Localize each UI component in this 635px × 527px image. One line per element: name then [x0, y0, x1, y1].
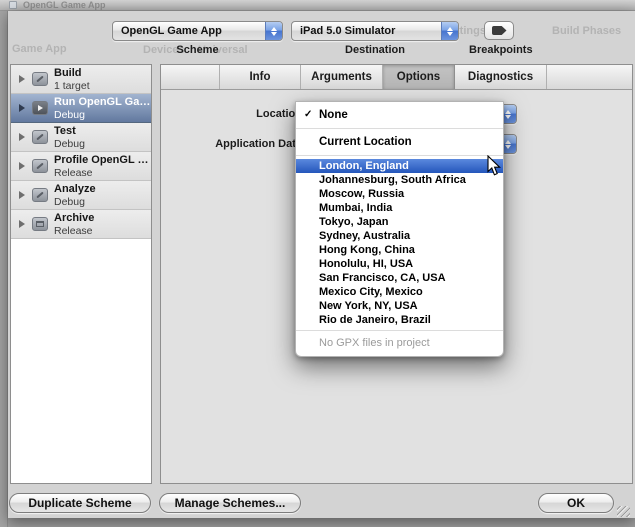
scheme-popup[interactable]: OpenGL Game App	[112, 21, 283, 41]
breakpoints-button[interactable]	[484, 21, 514, 40]
window-document-icon	[9, 1, 17, 9]
build-icon	[32, 72, 48, 86]
location-menu: ✓ None Current Location London, England …	[295, 101, 504, 357]
scheme-actions-list: Build 1 target Run OpenGL Gam... Debug T…	[10, 64, 152, 484]
duplicate-scheme-button[interactable]: Duplicate Scheme	[9, 493, 151, 513]
resize-grip[interactable]	[617, 506, 630, 517]
manage-schemes-button[interactable]: Manage Schemes...	[159, 493, 301, 513]
menu-item-mumbai[interactable]: Mumbai, India	[296, 201, 503, 215]
menu-item-mexico-city[interactable]: Mexico City, Mexico	[296, 285, 503, 299]
sidebar-item-archive[interactable]: Archive Release	[11, 210, 151, 239]
sidebar-item-profile[interactable]: Profile OpenGL Ga... Release	[11, 152, 151, 181]
profile-icon	[32, 159, 48, 173]
tab-options[interactable]: Options	[383, 65, 455, 89]
menu-separator	[296, 128, 503, 129]
sidebar-item-test[interactable]: Test Debug	[11, 123, 151, 152]
menu-item-rio[interactable]: Rio de Janeiro, Brazil	[296, 313, 503, 327]
checkmark-icon: ✓	[304, 105, 312, 125]
sidebar-item-subtitle: Release	[54, 225, 94, 237]
tab-bar: Info Arguments Options Diagnostics	[161, 65, 632, 90]
run-icon	[32, 101, 48, 115]
destination-popup[interactable]: iPad 5.0 Simulator	[291, 21, 459, 41]
window-title: OpenGL Game App	[23, 0, 106, 11]
sidebar-item-subtitle: Debug	[54, 109, 151, 121]
menu-item-none[interactable]: ✓ None	[296, 105, 503, 125]
sidebar-item-run[interactable]: Run OpenGL Gam... Debug	[11, 94, 151, 123]
test-icon	[32, 130, 48, 144]
menu-separator	[296, 330, 503, 331]
location-label: Location	[161, 108, 302, 120]
menu-footer-no-gpx: No GPX files in project	[296, 334, 503, 352]
dimmed-window-titlebar: OpenGL Game App	[0, 0, 635, 11]
disclosure-triangle-icon[interactable]	[19, 75, 25, 83]
sidebar-item-subtitle: Debug	[54, 196, 96, 208]
tab-diagnostics[interactable]: Diagnostics	[455, 65, 547, 89]
faded-build-phases-label: Build Phases	[552, 25, 621, 37]
disclosure-triangle-icon[interactable]	[19, 104, 25, 112]
breakpoint-arrow-icon	[492, 26, 507, 35]
application-data-label: Application Data	[161, 138, 302, 150]
faded-game-app-label: Game App	[12, 43, 67, 55]
menu-item-london[interactable]: London, England	[296, 159, 503, 173]
tab-arguments[interactable]: Arguments	[301, 65, 383, 89]
menu-item-honolulu[interactable]: Honolulu, HI, USA	[296, 257, 503, 271]
disclosure-triangle-icon[interactable]	[19, 162, 25, 170]
scheme-label: Scheme	[112, 44, 283, 56]
disclosure-triangle-icon[interactable]	[19, 191, 25, 199]
scheme-editor-sheet: Game App Devices Universal Build Setting…	[8, 11, 635, 518]
dimmed-window-left-edge	[0, 11, 8, 527]
sidebar-item-title: Build	[54, 67, 90, 80]
sidebar-item-analyze[interactable]: Analyze Debug	[11, 181, 151, 210]
popup-stepper-icon	[265, 22, 282, 40]
scheme-popup-value: OpenGL Game App	[113, 25, 265, 37]
sidebar-item-subtitle: Release	[54, 167, 151, 179]
menu-item-current-location[interactable]: Current Location	[296, 132, 503, 152]
destination-label: Destination	[291, 44, 459, 56]
popup-stepper-icon	[441, 22, 458, 40]
sidebar-item-title: Run OpenGL Gam...	[54, 96, 151, 109]
sidebar-item-subtitle: Debug	[54, 138, 85, 150]
dimmed-window-bottom-edge	[8, 518, 635, 527]
disclosure-triangle-icon[interactable]	[19, 220, 25, 228]
sidebar-item-title: Test	[54, 125, 85, 138]
menu-item-new-york[interactable]: New York, NY, USA	[296, 299, 503, 313]
menu-item-moscow[interactable]: Moscow, Russia	[296, 187, 503, 201]
sidebar-item-title: Analyze	[54, 183, 96, 196]
ok-button[interactable]: OK	[538, 493, 614, 513]
sidebar-item-title: Archive	[54, 212, 94, 225]
analyze-icon	[32, 188, 48, 202]
sidebar-item-subtitle: 1 target	[54, 80, 90, 92]
menu-item-tokyo[interactable]: Tokyo, Japan	[296, 215, 503, 229]
menu-separator	[296, 155, 503, 156]
archive-icon	[32, 217, 48, 231]
destination-popup-value: iPad 5.0 Simulator	[292, 25, 441, 37]
breakpoints-label: Breakpoints	[469, 44, 529, 56]
menu-item-sydney[interactable]: Sydney, Australia	[296, 229, 503, 243]
tab-info[interactable]: Info	[219, 65, 301, 89]
sidebar-item-title: Profile OpenGL Ga...	[54, 154, 151, 167]
sidebar-item-build[interactable]: Build 1 target	[11, 65, 151, 94]
disclosure-triangle-icon[interactable]	[19, 133, 25, 141]
menu-item-san-francisco[interactable]: San Francisco, CA, USA	[296, 271, 503, 285]
menu-item-hong-kong[interactable]: Hong Kong, China	[296, 243, 503, 257]
menu-item-johannesburg[interactable]: Johannesburg, South Africa	[296, 173, 503, 187]
